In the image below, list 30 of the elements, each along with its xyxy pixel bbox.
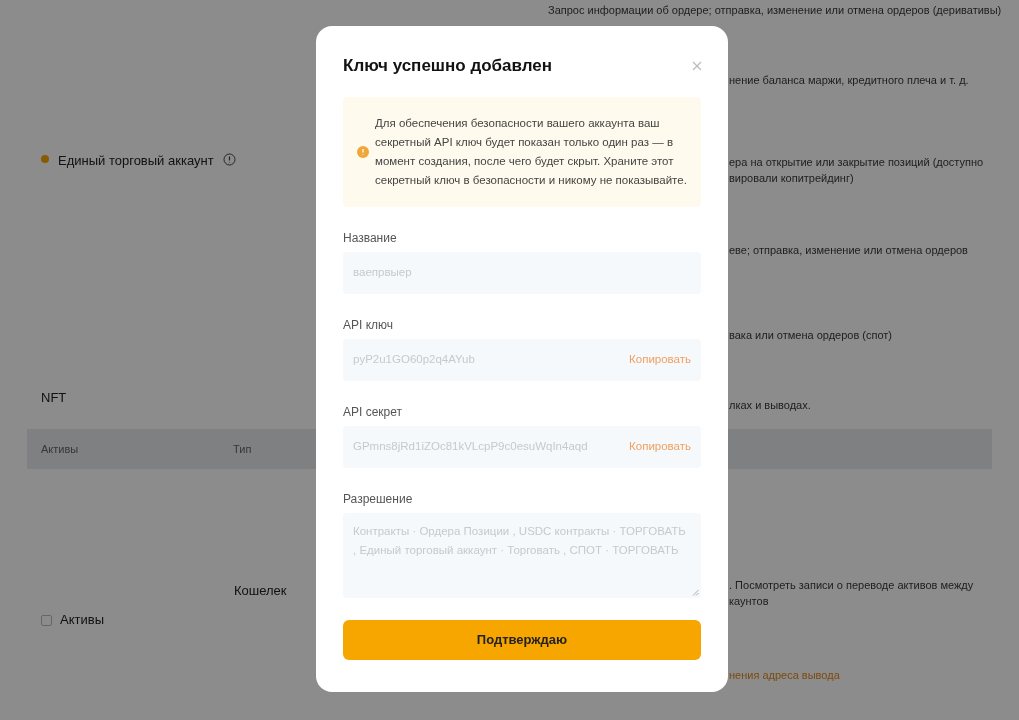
column-header: Тип bbox=[233, 441, 252, 457]
account-option-label: Единый торговый аккаунт bbox=[58, 152, 214, 170]
permission-description: Запрос информации об ордере; отправка, изменение или отмена ордеров (деривативы) bbox=[548, 3, 1002, 18]
modal-title: Ключ успешно добавлен bbox=[343, 55, 553, 78]
checkbox[interactable] bbox=[41, 614, 52, 626]
permission-description: ера на открытие или закрытие позиций (доступно bbox=[729, 155, 984, 170]
field-label: Название bbox=[343, 230, 398, 247]
confirm-button[interactable]: Подтверждаю bbox=[343, 620, 701, 660]
checkbox-label: Активы bbox=[60, 611, 104, 630]
field-label: Разрешение bbox=[343, 491, 414, 508]
permission-description: еве; отправка, изменение или отмена ордеров bbox=[729, 243, 968, 258]
permission-description: вака или отмена ордеров (спот) bbox=[729, 328, 893, 343]
permission-description: нение баланса маржи, кредитного плеча и т. д. bbox=[729, 73, 969, 88]
copy-button[interactable]: Копировать bbox=[629, 438, 691, 456]
wallet-label: Кошелек bbox=[234, 583, 287, 598]
withdraw-link[interactable]: нения адреса вывода bbox=[729, 667, 840, 684]
field-label: API секрет bbox=[343, 404, 404, 421]
resize-handle-icon bbox=[692, 589, 699, 596]
permission-description: лках и выводах. bbox=[729, 398, 811, 413]
permission-description: вировали копитрейдинг) bbox=[729, 171, 855, 186]
info-icon bbox=[222, 153, 236, 166]
warning-icon bbox=[357, 146, 369, 158]
section-title: NFT bbox=[41, 390, 67, 405]
close-icon[interactable] bbox=[691, 60, 703, 72]
column-header: Активы bbox=[40, 441, 80, 457]
notice-text: Для обеспечения безопасности вашего аккаунта ваш секретный API ключ будет показан только один раз — в момент создания, после чего будет скрыт. Храните этот секретный ключ в безопасности и никому не показывайте. bbox=[375, 116, 688, 188]
field-label: API ключ bbox=[343, 317, 395, 334]
permission-description: . Посмотреть записи о переводе активов между bbox=[729, 578, 974, 593]
copy-button[interactable]: Копировать bbox=[629, 351, 691, 369]
permission-description: каунтов bbox=[729, 594, 770, 609]
